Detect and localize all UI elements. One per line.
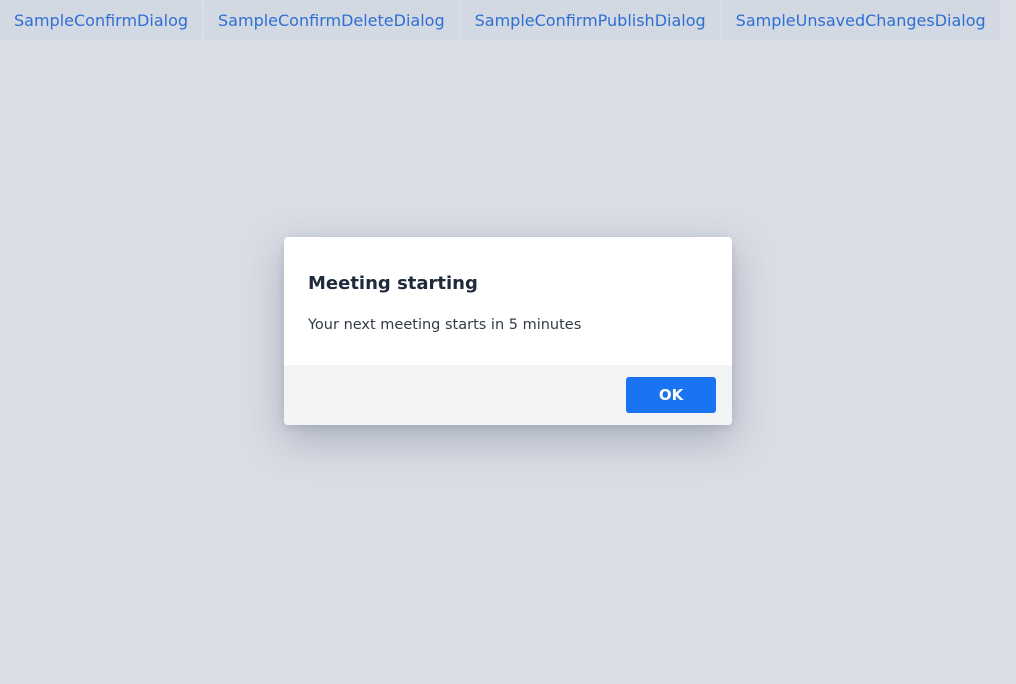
ok-button[interactable]: OK [626, 377, 716, 413]
dialog-footer: OK [284, 365, 732, 425]
meeting-dialog: Meeting starting Your next meeting start… [284, 237, 732, 425]
dialog-overlay: Meeting starting Your next meeting start… [0, 0, 1016, 684]
dialog-title: Meeting starting [308, 273, 478, 294]
dialog-body: Meeting starting Your next meeting start… [284, 237, 732, 365]
dialog-message: Your next meeting starts in 5 minutes [308, 317, 582, 333]
